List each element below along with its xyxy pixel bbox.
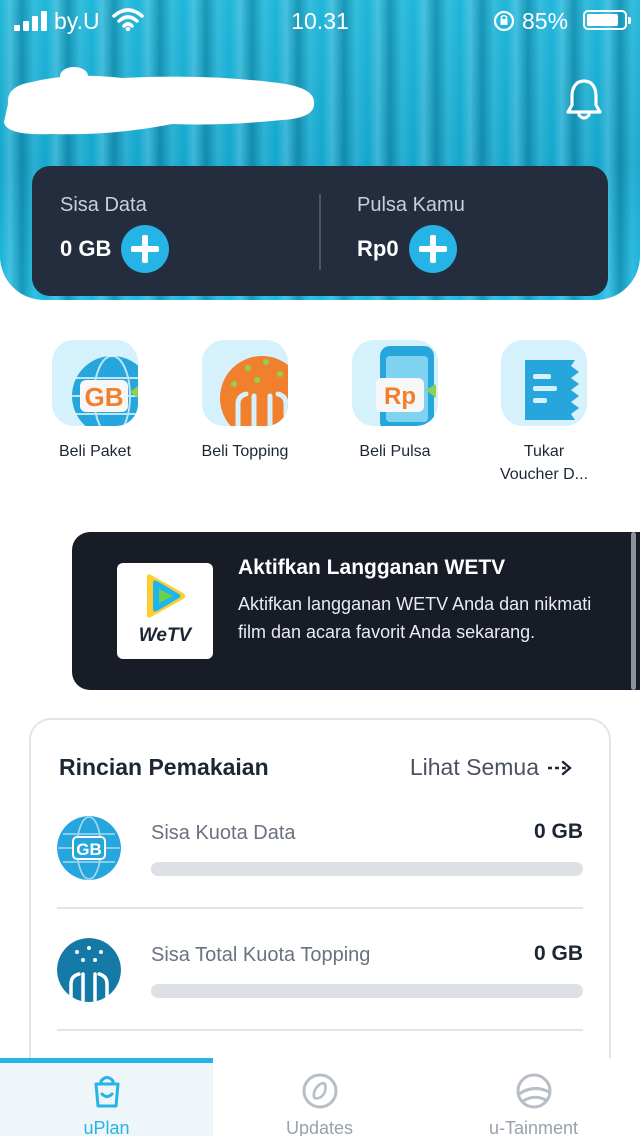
add-data-button[interactable] bbox=[121, 225, 170, 273]
usage-name: Sisa Total Kuota Topping bbox=[151, 944, 371, 966]
header: by.U 10.31 85% Sisa Data 0 GB Pulsa Kamu… bbox=[0, 0, 640, 300]
data-balance-label: Sisa Data bbox=[60, 194, 147, 216]
redacted-username bbox=[4, 67, 315, 135]
usage-title: Rincian Pemakaian bbox=[59, 754, 269, 780]
beli-topping-label: Beli Topping bbox=[201, 443, 289, 460]
divider bbox=[57, 907, 583, 909]
svg-text:Rp: Rp bbox=[384, 383, 416, 410]
banner-description: Aktifkan langganan WETV Anda dan nikmati… bbox=[238, 594, 592, 642]
status-bar: by.U 10.31 85% bbox=[0, 0, 640, 40]
usage-name: Sisa Kuota Data bbox=[151, 822, 296, 844]
tab-u-tainment-label: u-Tainment bbox=[488, 1118, 579, 1136]
shopping-bag-icon bbox=[94, 1076, 119, 1108]
usage-row-data: GB Sisa Kuota Data 0 GB bbox=[57, 816, 583, 906]
usage-progress-bar bbox=[151, 862, 583, 876]
wetv-play-icon bbox=[147, 574, 185, 618]
beli-paket-label: Beli Paket bbox=[58, 443, 132, 460]
active-tab-indicator bbox=[0, 1058, 213, 1063]
usage-value: 0 GB bbox=[533, 820, 583, 843]
tab-updates-label: Updates bbox=[285, 1118, 354, 1136]
battery-percent: 85% bbox=[522, 8, 569, 34]
see-all-link[interactable]: Lihat Semua bbox=[410, 754, 573, 781]
usage-progress-bar bbox=[151, 984, 583, 998]
tab-uplan-label: uPlan bbox=[83, 1118, 130, 1136]
rotation-lock-icon bbox=[493, 10, 515, 32]
credit-balance-label: Pulsa Kamu bbox=[357, 194, 465, 216]
svg-text:GB: GB bbox=[85, 382, 124, 412]
beli-paket-button[interactable]: GB Beli Paket bbox=[20, 340, 170, 463]
arrow-right-icon bbox=[548, 760, 572, 775]
bottom-nav: uPlan Updates u-Tainment bbox=[0, 1058, 640, 1136]
divider bbox=[319, 194, 321, 270]
battery-icon bbox=[583, 10, 631, 30]
topping-icon bbox=[57, 938, 121, 1002]
topping-icon bbox=[202, 340, 288, 426]
add-credit-button[interactable] bbox=[408, 225, 457, 273]
notification-bell-icon[interactable] bbox=[564, 76, 604, 122]
see-all-label: Lihat Semua bbox=[409, 754, 539, 780]
gb-globe-icon: GB bbox=[52, 340, 138, 426]
gb-globe-icon: GB bbox=[57, 816, 121, 880]
tab-updates[interactable]: Updates bbox=[213, 1058, 426, 1136]
rp-phone-icon: Rp bbox=[352, 340, 438, 426]
quick-actions: GB Beli Paket Beli Topping Rp Beli Pulsa… bbox=[0, 340, 640, 500]
banner-title: Aktifkan Langganan WETV bbox=[238, 556, 506, 579]
banner-scroll-indicator bbox=[631, 532, 636, 690]
voucher-icon bbox=[501, 340, 587, 426]
tukar-voucher-label: Tukar Voucher D... bbox=[499, 443, 589, 483]
divider bbox=[57, 1029, 583, 1031]
beli-pulsa-button[interactable]: Rp Beli Pulsa bbox=[320, 340, 470, 463]
svg-text:GB: GB bbox=[76, 840, 102, 859]
usage-details-card: Rincian Pemakaian Lihat Semua GB Sisa Ku… bbox=[29, 718, 611, 1078]
tab-u-tainment[interactable]: u-Tainment bbox=[427, 1058, 640, 1136]
balance-card: Sisa Data 0 GB Pulsa Kamu Rp0 bbox=[32, 166, 608, 296]
usage-row-topping: Sisa Total Kuota Topping 0 GB bbox=[57, 938, 583, 1028]
data-balance-value: 0 GB bbox=[60, 236, 112, 261]
tab-uplan[interactable]: uPlan bbox=[0, 1058, 213, 1136]
wetv-logo-text: WeTV bbox=[138, 625, 192, 646]
data-balance: Sisa Data 0 GB bbox=[60, 194, 170, 273]
tukar-voucher-button[interactable]: Tukar Voucher D... bbox=[469, 340, 619, 486]
wetv-promo-banner[interactable]: WeTV Aktifkan Langganan WETV Aktifkan la… bbox=[72, 532, 640, 690]
beli-pulsa-label: Beli Pulsa bbox=[359, 443, 431, 460]
beli-topping-button[interactable]: Beli Topping bbox=[170, 340, 320, 463]
wetv-logo: WeTV bbox=[117, 563, 213, 659]
compass-icon bbox=[302, 1073, 337, 1109]
credit-balance-value: Rp0 bbox=[357, 236, 399, 261]
planet-icon bbox=[516, 1073, 551, 1109]
credit-balance: Pulsa Kamu Rp0 bbox=[357, 194, 465, 273]
usage-value: 0 GB bbox=[533, 942, 583, 965]
